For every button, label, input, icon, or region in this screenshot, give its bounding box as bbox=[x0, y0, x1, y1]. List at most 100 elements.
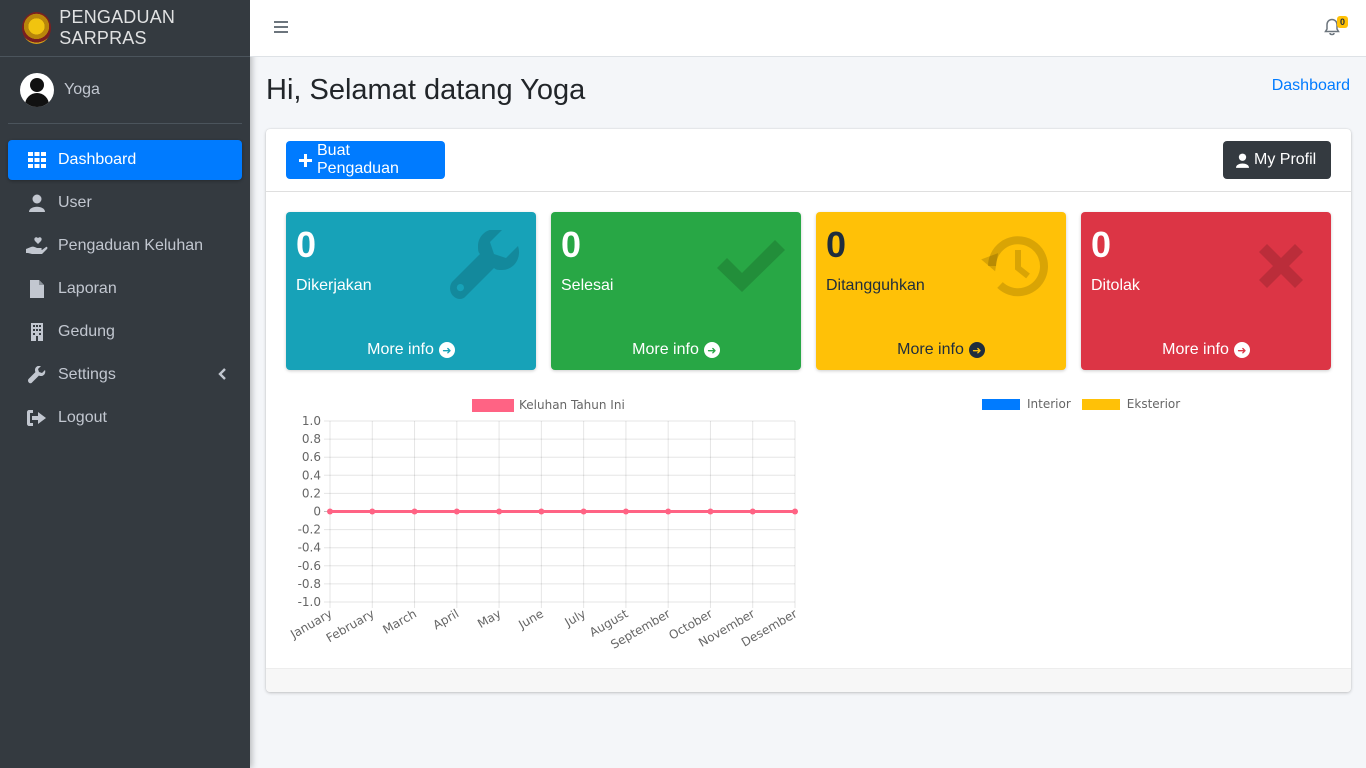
arrow-circle-right-icon: ➜ bbox=[968, 342, 985, 358]
sidebar-item-label: Pengaduan Keluhan bbox=[58, 237, 204, 254]
y-tick-label: 0.6 bbox=[302, 450, 321, 464]
x-tick-label: April bbox=[431, 606, 462, 632]
top-navbar: 0 bbox=[250, 0, 1366, 57]
wrench-icon bbox=[450, 228, 522, 302]
data-point bbox=[622, 508, 629, 515]
line-chart-svg: Keluhan Tahun Ini 1.0 0.8 0.6 0.4 0.2 0 -0.2 -0.… bbox=[287, 398, 799, 652]
stat-label: Ditangguhkan bbox=[826, 277, 925, 294]
more-info-link[interactable]: More info ➜ bbox=[286, 330, 536, 370]
my-profile-label: My Profil bbox=[1254, 151, 1317, 168]
more-info-link[interactable]: More info ➜ bbox=[551, 330, 801, 370]
y-tick-label: -0.6 bbox=[298, 559, 321, 573]
y-tick-label: -0.8 bbox=[298, 577, 321, 591]
card-header: Buat Pengaduan My Profil bbox=[266, 129, 1351, 192]
page-title: Hi, Selamat datang Yoga bbox=[266, 74, 586, 106]
x-tick-label: July bbox=[562, 606, 589, 629]
breadcrumb-dashboard[interactable]: Dashboard bbox=[1272, 77, 1350, 95]
my-profile-button[interactable]: My Profil bbox=[1223, 141, 1331, 179]
data-point bbox=[749, 508, 756, 515]
brand-logo bbox=[22, 12, 52, 44]
sidebar-item-gedung[interactable]: Gedung bbox=[8, 312, 242, 352]
data-point bbox=[580, 508, 587, 515]
arrow-circle-right-icon: ➜ bbox=[438, 342, 455, 358]
legend-swatch-interior bbox=[982, 398, 1020, 410]
stat-label: Selesai bbox=[561, 277, 614, 294]
data-point bbox=[453, 508, 460, 515]
chevron-left-icon bbox=[218, 367, 226, 383]
check-icon bbox=[715, 230, 787, 302]
more-info-label: More info bbox=[1162, 341, 1229, 358]
y-tick-label: -0.2 bbox=[298, 523, 321, 537]
stat-count: 0 bbox=[1091, 224, 1112, 265]
more-info-link[interactable]: More info ➜ bbox=[1081, 330, 1331, 370]
arrow-circle-right-icon: ➜ bbox=[703, 342, 720, 358]
sidebar-item-logout[interactable]: Logout bbox=[8, 398, 242, 438]
card-footer bbox=[266, 668, 1351, 692]
sidebar-item-pengaduan-keluhan[interactable]: Pengaduan Keluhan bbox=[8, 226, 242, 266]
more-info-label: More info bbox=[367, 341, 434, 358]
more-info-label: More info bbox=[897, 341, 964, 358]
x-tick-label: June bbox=[515, 606, 546, 632]
menu-toggle-icon[interactable] bbox=[274, 21, 288, 33]
sidebar-item-label: Logout bbox=[58, 409, 107, 426]
brand-link[interactable]: PENGADUAN SARPRAS bbox=[0, 0, 250, 57]
y-tick-label: 0 bbox=[313, 505, 321, 519]
stat-label: Ditolak bbox=[1091, 277, 1140, 294]
sidebar-item-dashboard[interactable]: Dashboard bbox=[8, 140, 242, 180]
stat-count: 0 bbox=[561, 224, 582, 265]
sidebar-item-settings[interactable]: Settings bbox=[8, 355, 242, 395]
more-info-label: More info bbox=[632, 341, 699, 358]
sidebar-item-label: User bbox=[58, 194, 92, 211]
file-icon bbox=[26, 280, 48, 298]
close-icon bbox=[1245, 230, 1317, 302]
stat-count: 0 bbox=[296, 224, 317, 265]
x-tick-label: February bbox=[324, 606, 377, 645]
line-chart: Keluhan Tahun Ini 1.0 0.8 0.6 0.4 0.2 0 -0.2 -0.… bbox=[286, 394, 801, 652]
data-point bbox=[538, 508, 545, 515]
user-name: Yoga bbox=[64, 81, 100, 98]
y-tick-label: 0.4 bbox=[302, 468, 321, 482]
user-panel[interactable]: Yoga bbox=[8, 57, 242, 124]
user-icon bbox=[26, 194, 48, 212]
stat-box-ditangguhkan: 0 Ditangguhkan More info ➜ bbox=[816, 212, 1066, 370]
data-point bbox=[369, 508, 376, 515]
data-point bbox=[792, 508, 798, 515]
x-tick-label: May bbox=[475, 606, 503, 631]
legend-swatch-eksterior bbox=[1081, 398, 1120, 410]
grid-icon bbox=[26, 151, 48, 169]
pie-chart-legend: Interior Eksterior bbox=[982, 397, 1180, 411]
y-tick-label: 1.0 bbox=[302, 414, 321, 428]
sidebar-item-user[interactable]: User bbox=[8, 183, 242, 223]
wrench-icon bbox=[26, 366, 48, 384]
sidebar-item-label: Dashboard bbox=[58, 151, 137, 168]
data-point bbox=[327, 508, 333, 515]
data-point bbox=[496, 508, 503, 515]
sidebar-item-label: Laporan bbox=[58, 280, 117, 297]
user-icon bbox=[1236, 153, 1249, 168]
sidebar-item-label: Settings bbox=[58, 366, 116, 383]
create-complaint-label: Buat Pengaduan bbox=[317, 142, 399, 177]
sidebar: PENGADUAN SARPRAS Yoga Dashboard User Pe… bbox=[0, 0, 250, 768]
more-info-link[interactable]: More info ➜ bbox=[816, 330, 1066, 370]
data-point bbox=[665, 508, 672, 515]
brand-title: PENGADUAN SARPRAS bbox=[59, 7, 176, 48]
legend-label-eksterior: Eksterior bbox=[1126, 397, 1181, 411]
stat-count: 0 bbox=[826, 224, 847, 265]
logout-icon bbox=[26, 409, 48, 427]
data-point bbox=[411, 508, 418, 515]
dashboard-card: Buat Pengaduan My Profil 0 Dikerjakan Mo… bbox=[266, 129, 1351, 692]
notification-bell-icon[interactable]: 0 bbox=[1324, 16, 1348, 38]
y-tick-label: -1.0 bbox=[298, 595, 321, 609]
stat-box-selesai: 0 Selesai More info ➜ bbox=[551, 212, 801, 370]
avatar bbox=[20, 73, 54, 107]
sidebar-item-laporan[interactable]: Laporan bbox=[8, 269, 242, 309]
y-tick-label: 0.2 bbox=[302, 486, 321, 500]
x-tick-label: March bbox=[380, 606, 419, 636]
history-icon bbox=[980, 230, 1052, 302]
y-tick-label: -0.4 bbox=[298, 541, 321, 555]
stat-label: Dikerjakan bbox=[296, 277, 372, 294]
create-complaint-button[interactable]: Buat Pengaduan bbox=[286, 141, 445, 179]
building-icon bbox=[26, 323, 48, 341]
sidebar-item-label: Gedung bbox=[58, 323, 115, 340]
legend-label: Keluhan Tahun Ini bbox=[519, 398, 625, 412]
